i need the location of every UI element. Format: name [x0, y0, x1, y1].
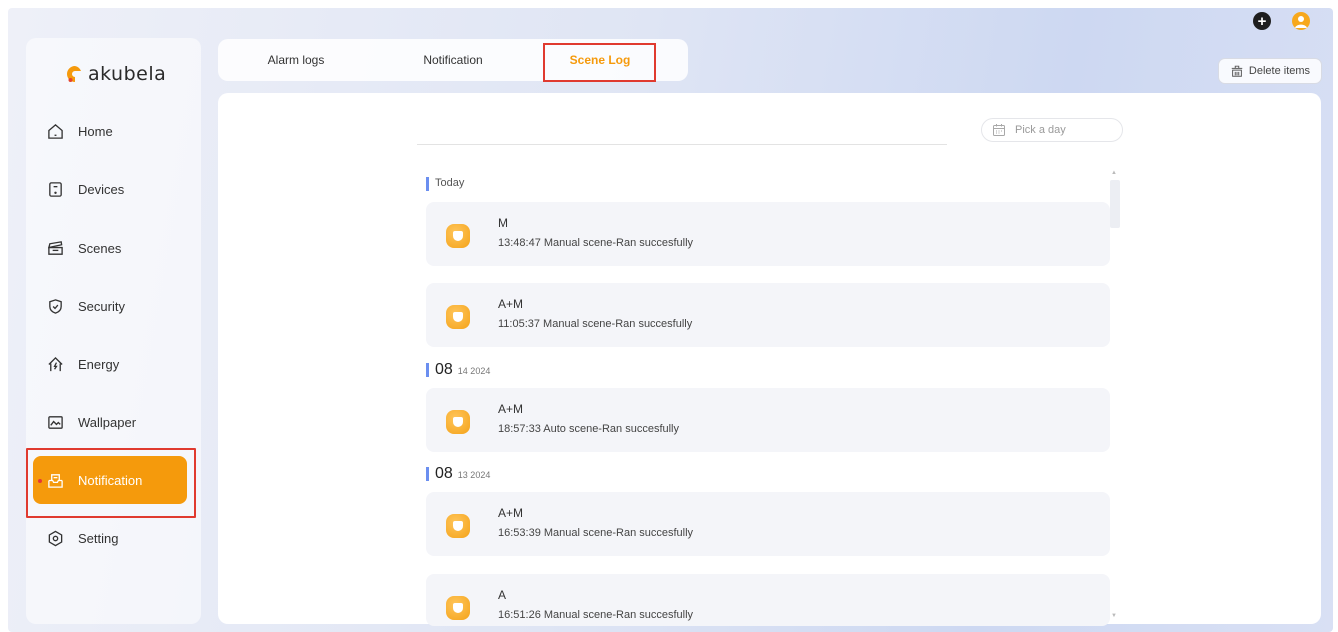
log-detail: 18:57:33 Auto scene-Ran succesfully	[498, 423, 680, 435]
scroll-up-icon[interactable]: ▲	[1111, 170, 1117, 176]
sidebar-item-label: Security	[78, 298, 125, 314]
log-item[interactable]: M 13:48:47 Manual scene-Ran succesfully	[426, 202, 1110, 266]
section-marker	[426, 177, 429, 191]
search-underline	[417, 144, 947, 145]
add-button[interactable]: +	[1253, 12, 1271, 30]
scene-icon	[446, 305, 470, 329]
delete-items-label: Delete items	[1248, 65, 1311, 77]
user-icon	[1295, 16, 1307, 28]
section-date: 14 2024	[457, 366, 491, 376]
logo-text: akubela	[88, 63, 167, 85]
log-scene-name: A	[498, 588, 507, 602]
sidebar-item-label: Wallpaper	[78, 414, 137, 430]
section-marker	[426, 467, 429, 481]
app-logo: akubela	[66, 60, 166, 88]
log-scene-name: A+M	[498, 506, 524, 520]
home-icon	[48, 123, 63, 139]
sidebar-item-energy[interactable]: Energy	[33, 340, 187, 388]
wallpaper-icon	[48, 415, 63, 429]
log-scene-name: M	[498, 216, 508, 230]
sidebar-item-home[interactable]: Home	[33, 107, 187, 155]
sidebar-item-label: Devices	[78, 181, 125, 197]
sidebar-item-setting[interactable]: Setting	[33, 514, 187, 562]
delete-items-icon	[1231, 65, 1243, 77]
sidebar-item-label: Energy	[78, 356, 120, 372]
section-day: 08	[435, 465, 453, 482]
log-detail: 13:48:47 Manual scene-Ran succesfully	[498, 237, 694, 249]
scene-icon	[446, 410, 470, 434]
scene-icon	[446, 514, 470, 538]
section-date: 13 2024	[457, 470, 491, 480]
calendar-icon	[993, 124, 1005, 136]
section-header-today: Today	[426, 177, 464, 191]
log-item[interactable]: A+M 18:57:33 Auto scene-Ran succesfully	[426, 388, 1110, 452]
avatar[interactable]	[1292, 12, 1310, 30]
log-item[interactable]: A 16:51:26 Manual scene-Ran succesfully	[426, 574, 1110, 626]
log-item[interactable]: A+M 16:53:39 Manual scene-Ran succesfull…	[426, 492, 1110, 556]
log-detail: 16:53:39 Manual scene-Ran succesfully	[498, 527, 694, 539]
date-picker[interactable]: Pick a day	[981, 118, 1123, 142]
sidebar-item-security[interactable]: Security	[33, 282, 187, 330]
section-title: Today	[435, 177, 465, 189]
scene-log-highlight-box	[543, 43, 656, 82]
log-scene-name: A+M	[498, 297, 524, 311]
gear-icon	[48, 530, 63, 546]
log-detail: 11:05:37 Manual scene-Ran succesfully	[498, 318, 693, 330]
energy-icon	[48, 356, 63, 371]
scrollbar-thumb[interactable]	[1110, 180, 1120, 228]
section-marker	[426, 363, 429, 377]
tab-alarm-logs[interactable]: Alarm logs	[236, 39, 356, 81]
devices-icon	[49, 181, 62, 197]
logo-mark-icon	[67, 66, 81, 82]
plus-icon: +	[1257, 12, 1267, 30]
section-header-date: 08 13 2024	[426, 465, 490, 483]
section-header-date: 08 14 2024	[426, 361, 490, 379]
sidebar-item-label: Scenes	[78, 240, 122, 256]
delete-items-button[interactable]: Delete items	[1218, 58, 1322, 84]
sidebar-item-scenes[interactable]: Scenes	[33, 224, 187, 272]
scene-icon	[446, 224, 470, 248]
scroll-down-icon[interactable]: ▼	[1111, 613, 1117, 619]
tab-notification[interactable]: Notification	[393, 39, 513, 81]
sidebar-item-label: Home	[78, 123, 113, 139]
sidebar-item-devices[interactable]: Devices	[33, 165, 187, 213]
log-scene-name: A+M	[498, 402, 524, 416]
scene-icon	[446, 596, 470, 620]
section-day: 08	[435, 361, 453, 378]
log-detail: 16:51:26 Manual scene-Ran succesfully	[498, 609, 694, 621]
sidebar-item-label: Setting	[78, 530, 119, 546]
scenes-icon	[47, 240, 63, 255]
log-item[interactable]: A+M 11:05:37 Manual scene-Ran succesfull…	[426, 283, 1110, 347]
shield-icon	[49, 298, 62, 314]
notification-highlight-box	[26, 448, 196, 518]
sidebar-item-wallpaper[interactable]: Wallpaper	[33, 398, 187, 446]
date-picker-placeholder: Pick a day	[1015, 124, 1066, 136]
